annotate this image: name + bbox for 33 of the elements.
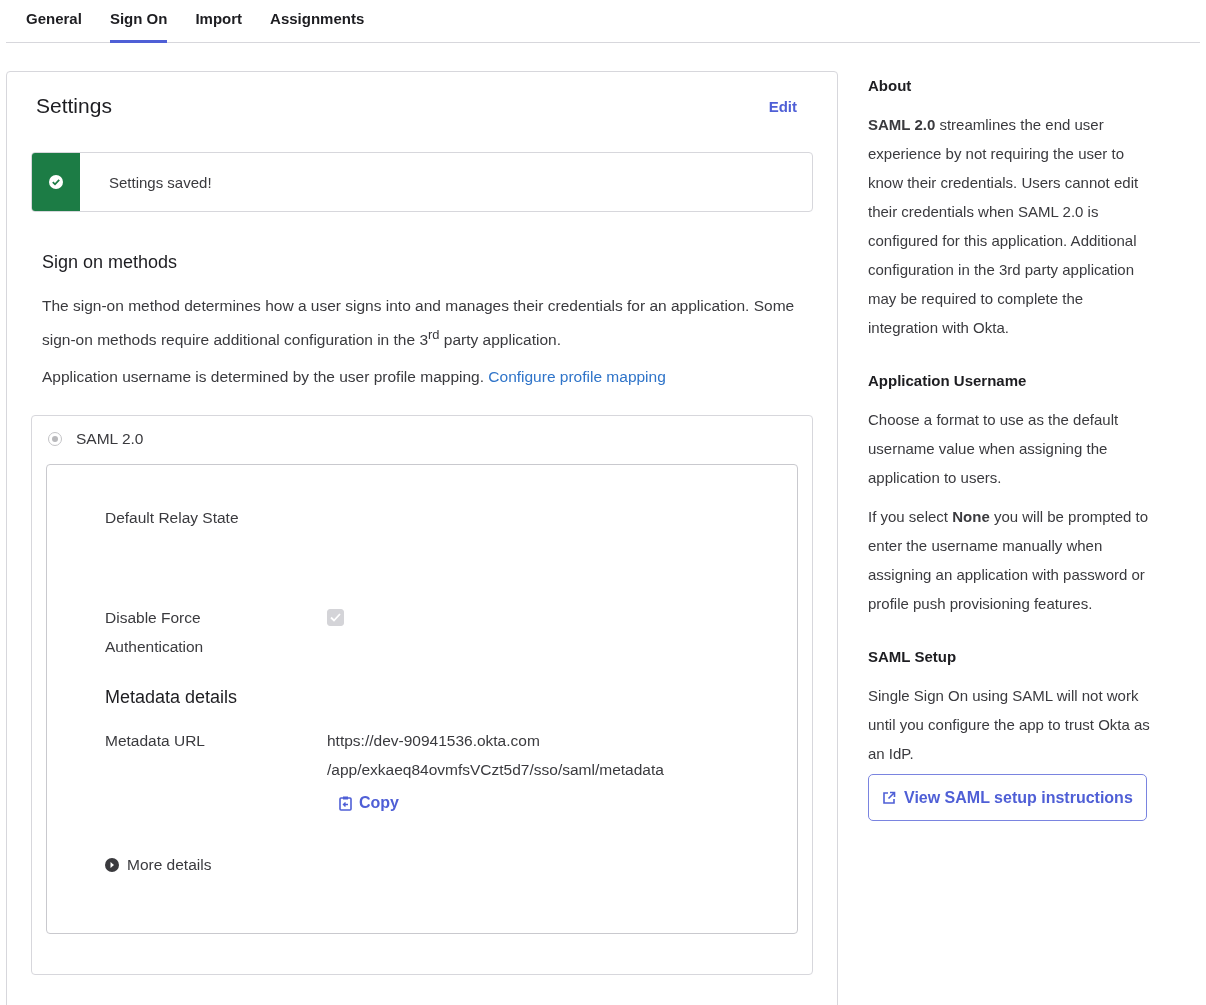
more-details-toggle[interactable]: More details (105, 856, 212, 875)
section-title: Sign on methods (42, 252, 179, 273)
tab[interactable]: General (26, 0, 82, 43)
sidebar-text: Choose a format to use as the default username value when assigning the application to users. (868, 410, 1120, 488)
check-icon (330, 613, 341, 623)
sidebar-heading: SAML Setup (868, 647, 958, 667)
metadata-url: https://dev-90941536.okta.com (327, 731, 541, 752)
edit-link[interactable]: Edit (768, 97, 797, 115)
external-link-icon (882, 790, 896, 805)
field-label: Default Relay State (105, 508, 239, 529)
caret-icon (105, 858, 119, 873)
field-label: Disable Force Authentication (105, 608, 205, 658)
check-icon (32, 153, 80, 211)
sidebar-text: Single Sign On using SAML will not work until you configure the app to trust Okta as an IdP. (868, 686, 1150, 764)
field-label: Metadata URL (105, 731, 206, 752)
sidebar-text: If you select None you will be prompted to enter the username manually when assigning an application with password or profile push provisioning features. (868, 507, 1150, 614)
tab[interactable]: Import (195, 0, 243, 43)
sidebar-text: SAML 2.0 streamlines the end user experience by not requiring the user to know their credentials. Users cannot edit their credentials when SAML 2.0 is configured for this application. Additional configuration in the 3rd party application may be required to complete the integration with Okta. (868, 115, 1140, 338)
description: The sign-on method determines how a user signs into and manages their credentials for an application. Some sign-on methods require additional configuration in the 3$^{rd}$ party application. (42, 296, 796, 351)
sidebar-heading: Application Username (868, 371, 1028, 391)
copy-button[interactable]: Copy (339, 794, 399, 813)
alert-message: Settings saved! (108, 173, 212, 191)
profile-mapping-link[interactable]: Configure profile mapping (488, 368, 666, 386)
metadata-title: Metadata details (105, 687, 239, 709)
tab[interactable]: Sign On (109, 0, 168, 43)
setup-instructions-button[interactable]: View SAML setup instructions (868, 774, 1147, 821)
clipboard-icon (339, 795, 352, 811)
sidebar-heading: About (868, 76, 913, 96)
username-note: Application username is determined by the user profile mapping. (42, 368, 484, 386)
metadata-url: /app/exkaeq84ovmfsVCzt5d7/sso/saml/metadata (327, 760, 664, 781)
tab[interactable]: Assignments (270, 0, 365, 43)
radio-label: SAML 2.0 (76, 430, 144, 449)
card-title: Settings (36, 94, 112, 118)
